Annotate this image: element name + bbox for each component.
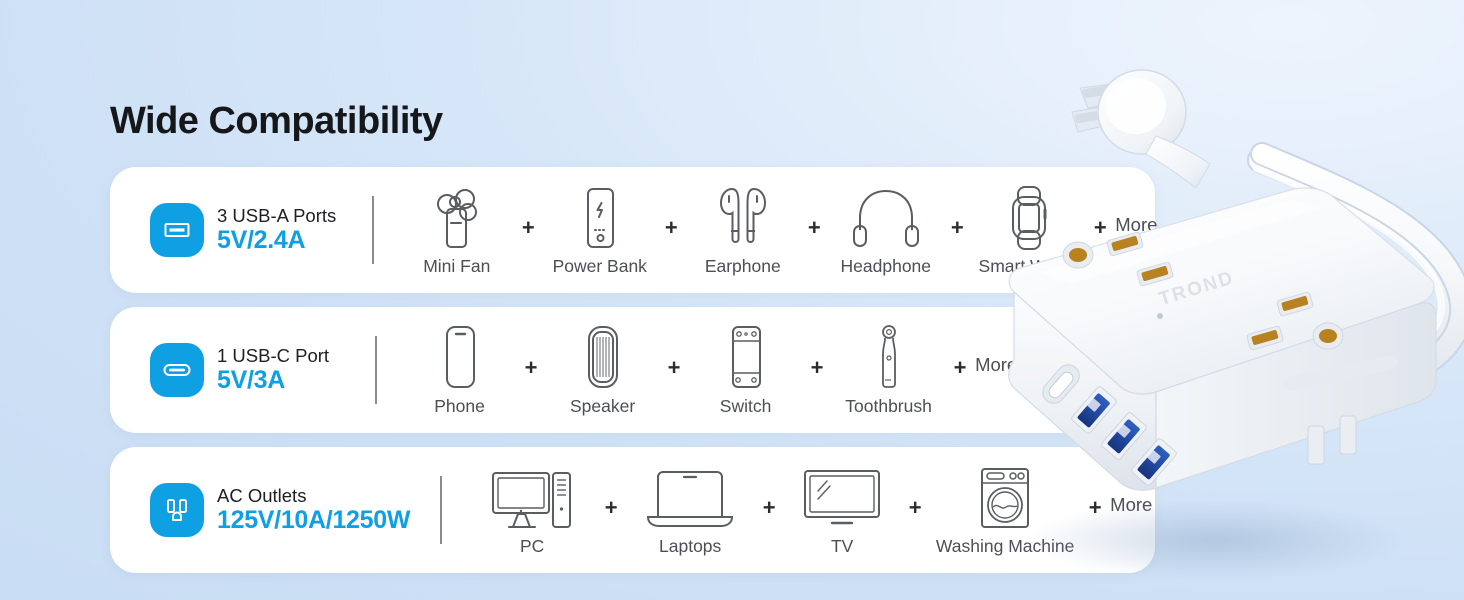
spec-text: 1 USB-C Port 5V/3A <box>217 344 330 395</box>
mini-fan-icon <box>427 183 487 251</box>
device-label: PC <box>520 536 545 556</box>
usb-a-port-icon <box>150 203 204 257</box>
desktop-pc-icon <box>489 463 575 531</box>
plus-icon: + <box>524 355 538 380</box>
device-item: Mini Fan <box>400 183 513 277</box>
plus-icon: + <box>667 355 681 380</box>
usb-c-port-icon <box>150 343 204 397</box>
plus-icon: + <box>604 495 618 520</box>
ac-outlet-icon <box>150 483 204 537</box>
game-console-icon <box>722 323 770 391</box>
tv-icon <box>799 463 885 531</box>
spec-name: 3 USB-A Ports <box>217 204 337 226</box>
spec-value: 125V/10A/1250W <box>217 506 411 535</box>
spec-name: AC Outlets <box>217 484 307 506</box>
spec-block: AC Outlets 125V/10A/1250W <box>110 483 410 537</box>
device-item: PC <box>468 463 596 557</box>
device-label: Speaker <box>569 396 636 416</box>
device-label: Switch <box>719 396 772 416</box>
speaker-icon <box>579 323 627 391</box>
phone-icon <box>435 323 485 391</box>
spec-name: 1 USB-C Port <box>217 344 330 366</box>
device-item: Switch <box>689 323 802 417</box>
plus-icon: + <box>810 355 824 380</box>
plus-icon: + <box>521 215 535 240</box>
headphone-icon <box>851 183 921 251</box>
plus-icon: + <box>664 215 678 240</box>
laptop-icon <box>644 463 736 531</box>
device-item: Earphone <box>686 183 799 277</box>
spec-block: 1 USB-C Port 5V/3A <box>110 343 329 397</box>
device-label: TV <box>830 536 854 556</box>
power-strip-photo: TROND <box>960 40 1464 600</box>
device-label: Earphone <box>704 256 781 276</box>
device-label: Mini Fan <box>423 256 491 276</box>
electric-toothbrush-icon <box>869 323 909 391</box>
plus-icon: + <box>908 495 922 520</box>
device-item: Laptops <box>626 463 754 557</box>
spec-text: 3 USB-A Ports 5V/2.4A <box>217 204 337 255</box>
device-label: Toothbrush <box>845 396 932 416</box>
page-title: Wide Compatibility <box>110 100 443 142</box>
device-item: TV <box>784 463 900 557</box>
device-label: Headphone <box>840 256 932 276</box>
earphone-icon <box>711 183 775 251</box>
spec-value: 5V/3A <box>217 366 285 395</box>
device-item: Phone <box>403 323 516 417</box>
spec-block: 3 USB-A Ports 5V/2.4A <box>110 203 336 257</box>
device-label: Laptops <box>659 536 722 556</box>
device-item: Headphone <box>829 183 942 277</box>
spec-text: AC Outlets 125V/10A/1250W <box>217 484 411 535</box>
device-item: Power Bank <box>543 183 656 277</box>
device-label: Phone <box>434 396 485 416</box>
device-item: Toothbrush <box>832 323 945 417</box>
device-item: Speaker <box>546 323 659 417</box>
device-label: Power Bank <box>552 256 647 276</box>
power-bank-icon <box>570 183 630 251</box>
plus-icon: + <box>762 495 776 520</box>
spec-value: 5V/2.4A <box>217 226 306 255</box>
plus-icon: + <box>807 215 821 240</box>
